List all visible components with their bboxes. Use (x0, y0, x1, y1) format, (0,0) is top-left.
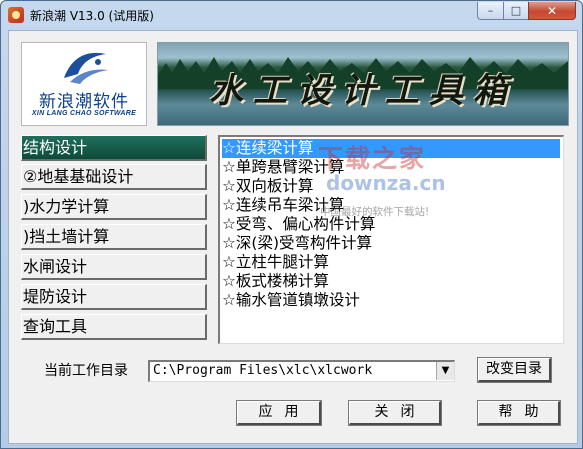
app-window: 新浪潮 V13.0 (试用版) – □ ✕ 新浪潮软件 XIN LANG CHA… (0, 0, 583, 449)
list-item[interactable]: ☆连续梁计算 (222, 139, 560, 158)
nav-item-hydraulics[interactable]: )水力学计算 (21, 194, 207, 220)
list-item[interactable]: ☆单跨悬臂梁计算 (222, 158, 348, 177)
nav-item-levee-design[interactable]: 堤防设计 (21, 284, 207, 310)
dropdown-arrow-icon[interactable]: ▼ (436, 362, 454, 380)
nav-item-structure-design[interactable]: 结构设计 (21, 135, 207, 161)
minimize-button[interactable]: – (477, 2, 504, 20)
dialog-client-area: 新浪潮软件 XIN LANG CHAO SOFTWARE 水工设计工具箱 结构设… (8, 30, 578, 444)
logo-name: 新浪潮软件 (39, 92, 129, 112)
workdir-value: C:\Program Files\xlc\xlcwork (153, 363, 373, 378)
workdir-label: 当前工作目录 (44, 363, 128, 379)
maximize-button[interactable]: □ (503, 2, 529, 20)
banner-title: 水工设计工具箱 (209, 71, 517, 111)
wave-logo-icon (64, 52, 108, 84)
title-bar[interactable]: 新浪潮 V13.0 (试用版) – □ ✕ (1, 1, 582, 28)
nav-item-foundation-design[interactable]: ②地基基础设计 (21, 164, 207, 190)
nav-item-query-tools[interactable]: 查询工具 (21, 314, 207, 340)
nav-item-retaining-wall[interactable]: )挡土墙计算 (21, 224, 207, 250)
help-button[interactable]: 帮助 (477, 400, 561, 426)
category-nav: 结构设计 ②地基基础设计 )水力学计算 )挡土墙计算 水闸设计 堤防设计 查询工… (21, 135, 209, 344)
close-window-button[interactable]: ✕ (528, 2, 576, 20)
window-title: 新浪潮 V13.0 (试用版) (30, 9, 154, 23)
list-item[interactable]: ☆板式楼梯计算 (222, 272, 333, 291)
list-item[interactable]: ☆深(梁)受弯构件计算 (222, 234, 376, 253)
workdir-select[interactable]: C:\Program Files\xlc\xlcwork ▼ (148, 360, 455, 382)
app-icon[interactable] (8, 7, 24, 23)
list-item[interactable]: ☆连续吊车梁计算 (222, 196, 348, 215)
calculation-list[interactable]: ☆连续梁计算 ☆单跨悬臂梁计算 ☆双向板计算 ☆连续吊车梁计算 ☆受弯、偏心构件… (218, 135, 564, 344)
list-item[interactable]: ☆输水管道镇墩设计 (222, 291, 364, 310)
nav-item-sluice-design[interactable]: 水闸设计 (21, 254, 207, 280)
list-item[interactable]: ☆受弯、偏心构件计算 (222, 215, 379, 234)
list-item[interactable]: ☆双向板计算 (222, 177, 317, 196)
change-directory-button[interactable]: 改变目录 (477, 357, 552, 383)
logo-subtitle: XIN LANG CHAO SOFTWARE (31, 110, 137, 117)
list-item[interactable]: ☆立柱牛腿计算 (222, 253, 333, 272)
apply-button[interactable]: 应用 (236, 400, 322, 426)
close-button[interactable]: 关闭 (348, 400, 442, 426)
banner-image: 水工设计工具箱 (157, 42, 569, 126)
company-logo: 新浪潮软件 XIN LANG CHAO SOFTWARE (21, 42, 147, 126)
